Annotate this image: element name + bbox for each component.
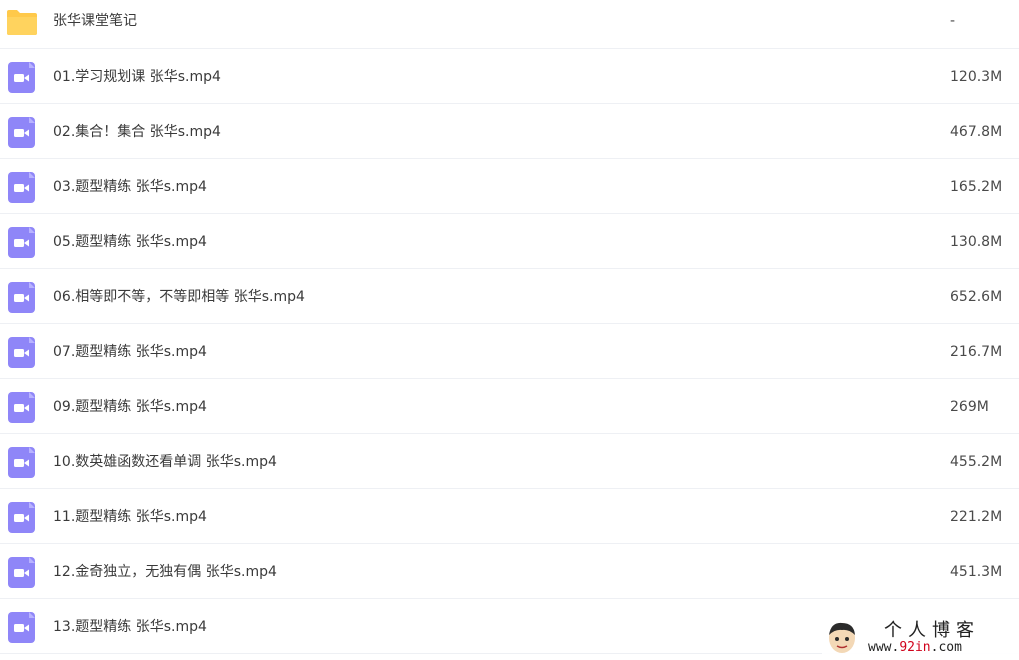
watermark: 个人博客 www.92in.com (822, 618, 1019, 660)
file-size: 269M (950, 399, 989, 415)
video-icon (8, 62, 35, 93)
file-name: 09.题型精练 张华s.mp4 (53, 399, 207, 415)
file-size: 467.8M (950, 124, 1003, 140)
file-row[interactable]: 03.题型精练 张华s.mp4 165.2M (0, 159, 1019, 214)
video-icon (8, 447, 35, 478)
video-icon (8, 557, 35, 588)
file-name: 01.学习规划课 张华s.mp4 (53, 69, 221, 85)
file-row[interactable]: 11.题型精练 张华s.mp4 221.2M (0, 489, 1019, 544)
folder-size: - (950, 13, 956, 29)
video-icon (8, 172, 35, 203)
file-name: 13.题型精练 张华s.mp4 (53, 619, 207, 635)
file-size: 455.2M (950, 454, 1003, 470)
file-name: 12.金奇独立，无独有偶 张华s.mp4 (53, 564, 277, 580)
video-icon (8, 612, 35, 643)
file-row[interactable]: 09.题型精练 张华s.mp4 269M (0, 379, 1019, 434)
file-name: 03.题型精练 张华s.mp4 (53, 179, 207, 195)
file-size: 216.7M (950, 344, 1003, 360)
folder-name: 张华课堂笔记 (53, 13, 137, 29)
file-name: 06.相等即不等，不等即相等 张华s.mp4 (53, 289, 305, 305)
file-row[interactable]: 12.金奇独立，无独有偶 张华s.mp4 451.3M (0, 544, 1019, 599)
watermark-url-highlight: 92in (899, 640, 931, 655)
file-list: 张华课堂笔记 - 01.学习规划课 张华s.mp4 120.3M 02.集合！集… (0, 0, 1019, 654)
file-name: 05.题型精练 张华s.mp4 (53, 234, 207, 250)
avatar-icon (829, 622, 855, 653)
file-size: 451.3M (950, 564, 1003, 580)
folder-row[interactable]: 张华课堂笔记 - (0, 0, 1019, 49)
watermark-title: 个人博客 (884, 620, 980, 640)
video-icon (8, 117, 35, 148)
file-size: 120.3M (950, 69, 1003, 85)
video-icon (8, 227, 35, 258)
file-name: 10.数英雄函数还看单调 张华s.mp4 (53, 454, 277, 470)
file-row[interactable]: 02.集合！集合 张华s.mp4 467.8M (0, 104, 1019, 159)
file-size: 130.8M (950, 234, 1003, 250)
folder-icon (7, 10, 37, 35)
watermark-url: www.92in.com (868, 640, 962, 656)
file-row[interactable]: 06.相等即不等，不等即相等 张华s.mp4 652.6M (0, 269, 1019, 324)
video-icon (8, 392, 35, 423)
video-icon (8, 282, 35, 313)
file-size: 221.2M (950, 509, 1003, 525)
file-size: 165.2M (950, 179, 1003, 195)
file-name: 07.题型精练 张华s.mp4 (53, 344, 207, 360)
file-row[interactable]: 07.题型精练 张华s.mp4 216.7M (0, 324, 1019, 379)
file-row[interactable]: 10.数英雄函数还看单调 张华s.mp4 455.2M (0, 434, 1019, 489)
video-icon (8, 337, 35, 368)
file-name: 02.集合！集合 张华s.mp4 (53, 124, 221, 140)
video-icon (8, 502, 35, 533)
watermark-url-prefix: www. (868, 640, 900, 655)
file-row[interactable]: 05.题型精练 张华s.mp4 130.8M (0, 214, 1019, 269)
file-name: 11.题型精练 张华s.mp4 (53, 509, 207, 525)
watermark-url-suffix: .com (930, 640, 962, 655)
file-size: 652.6M (950, 289, 1003, 305)
file-row[interactable]: 01.学习规划课 张华s.mp4 120.3M (0, 49, 1019, 104)
